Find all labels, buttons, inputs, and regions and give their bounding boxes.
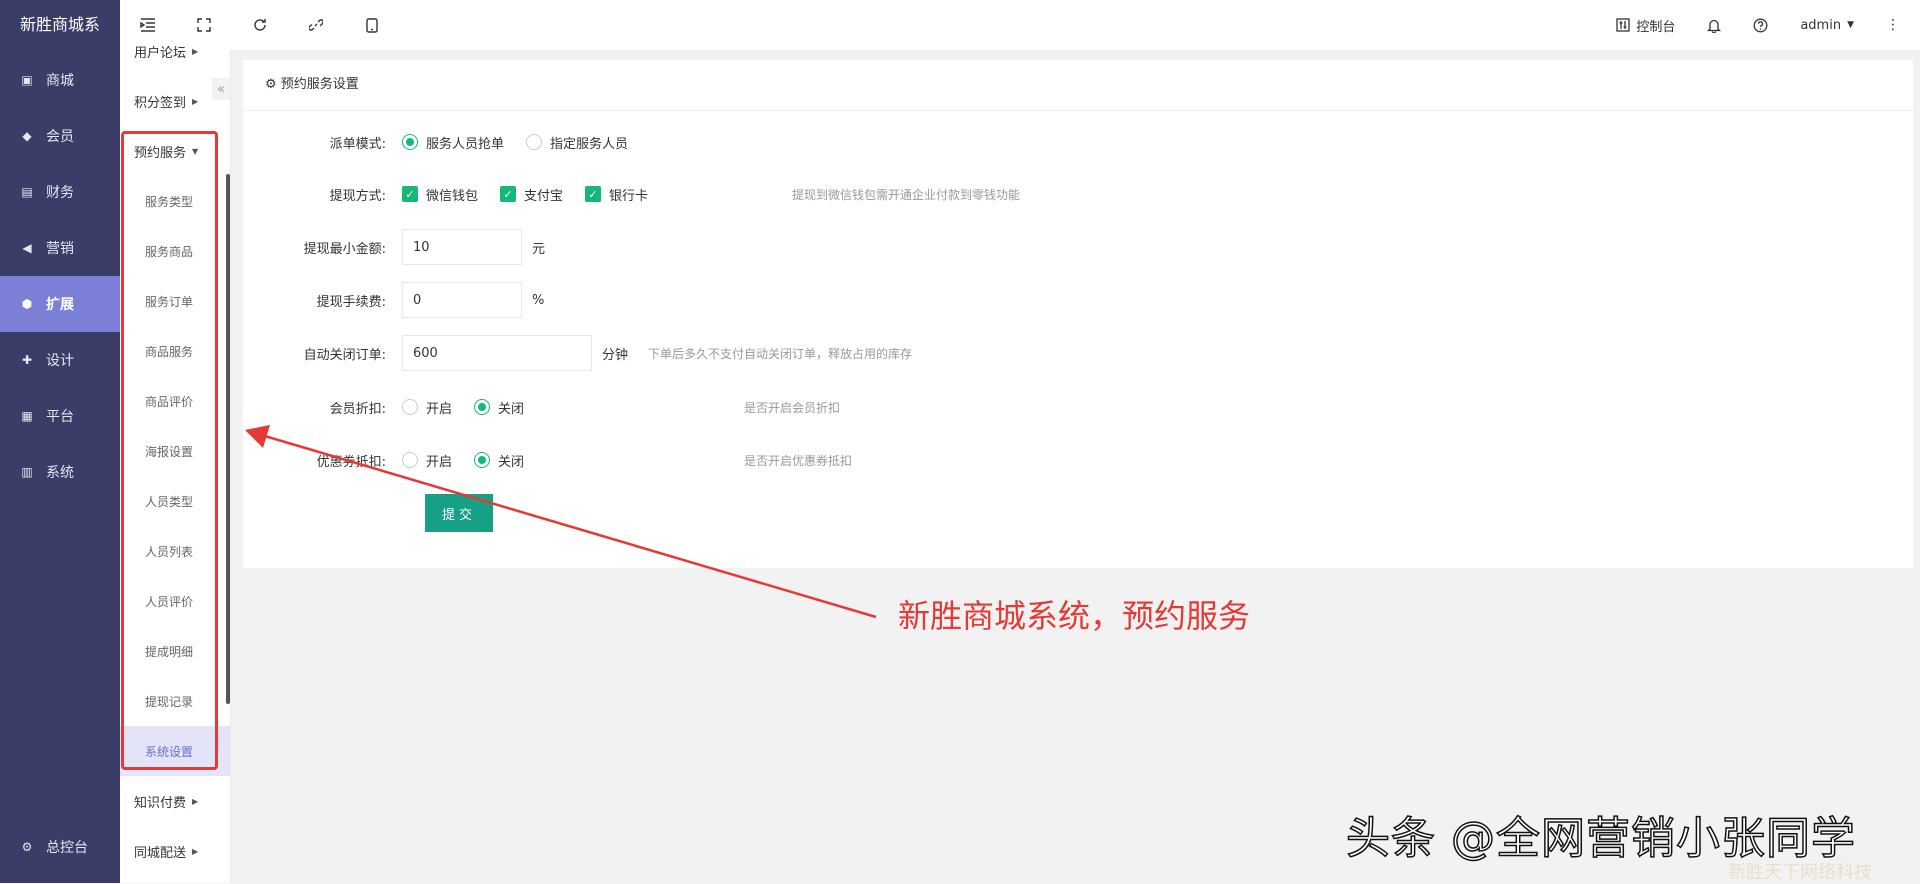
watermark-secondary: 新胜天下网络科技 (1728, 862, 1872, 883)
watermark-text: 头条 @全网营销小张同学 (1345, 812, 1856, 865)
annotation-arrow (245, 425, 877, 619)
annotation-text: 新胜商城系统，预约服务 (898, 597, 1251, 635)
